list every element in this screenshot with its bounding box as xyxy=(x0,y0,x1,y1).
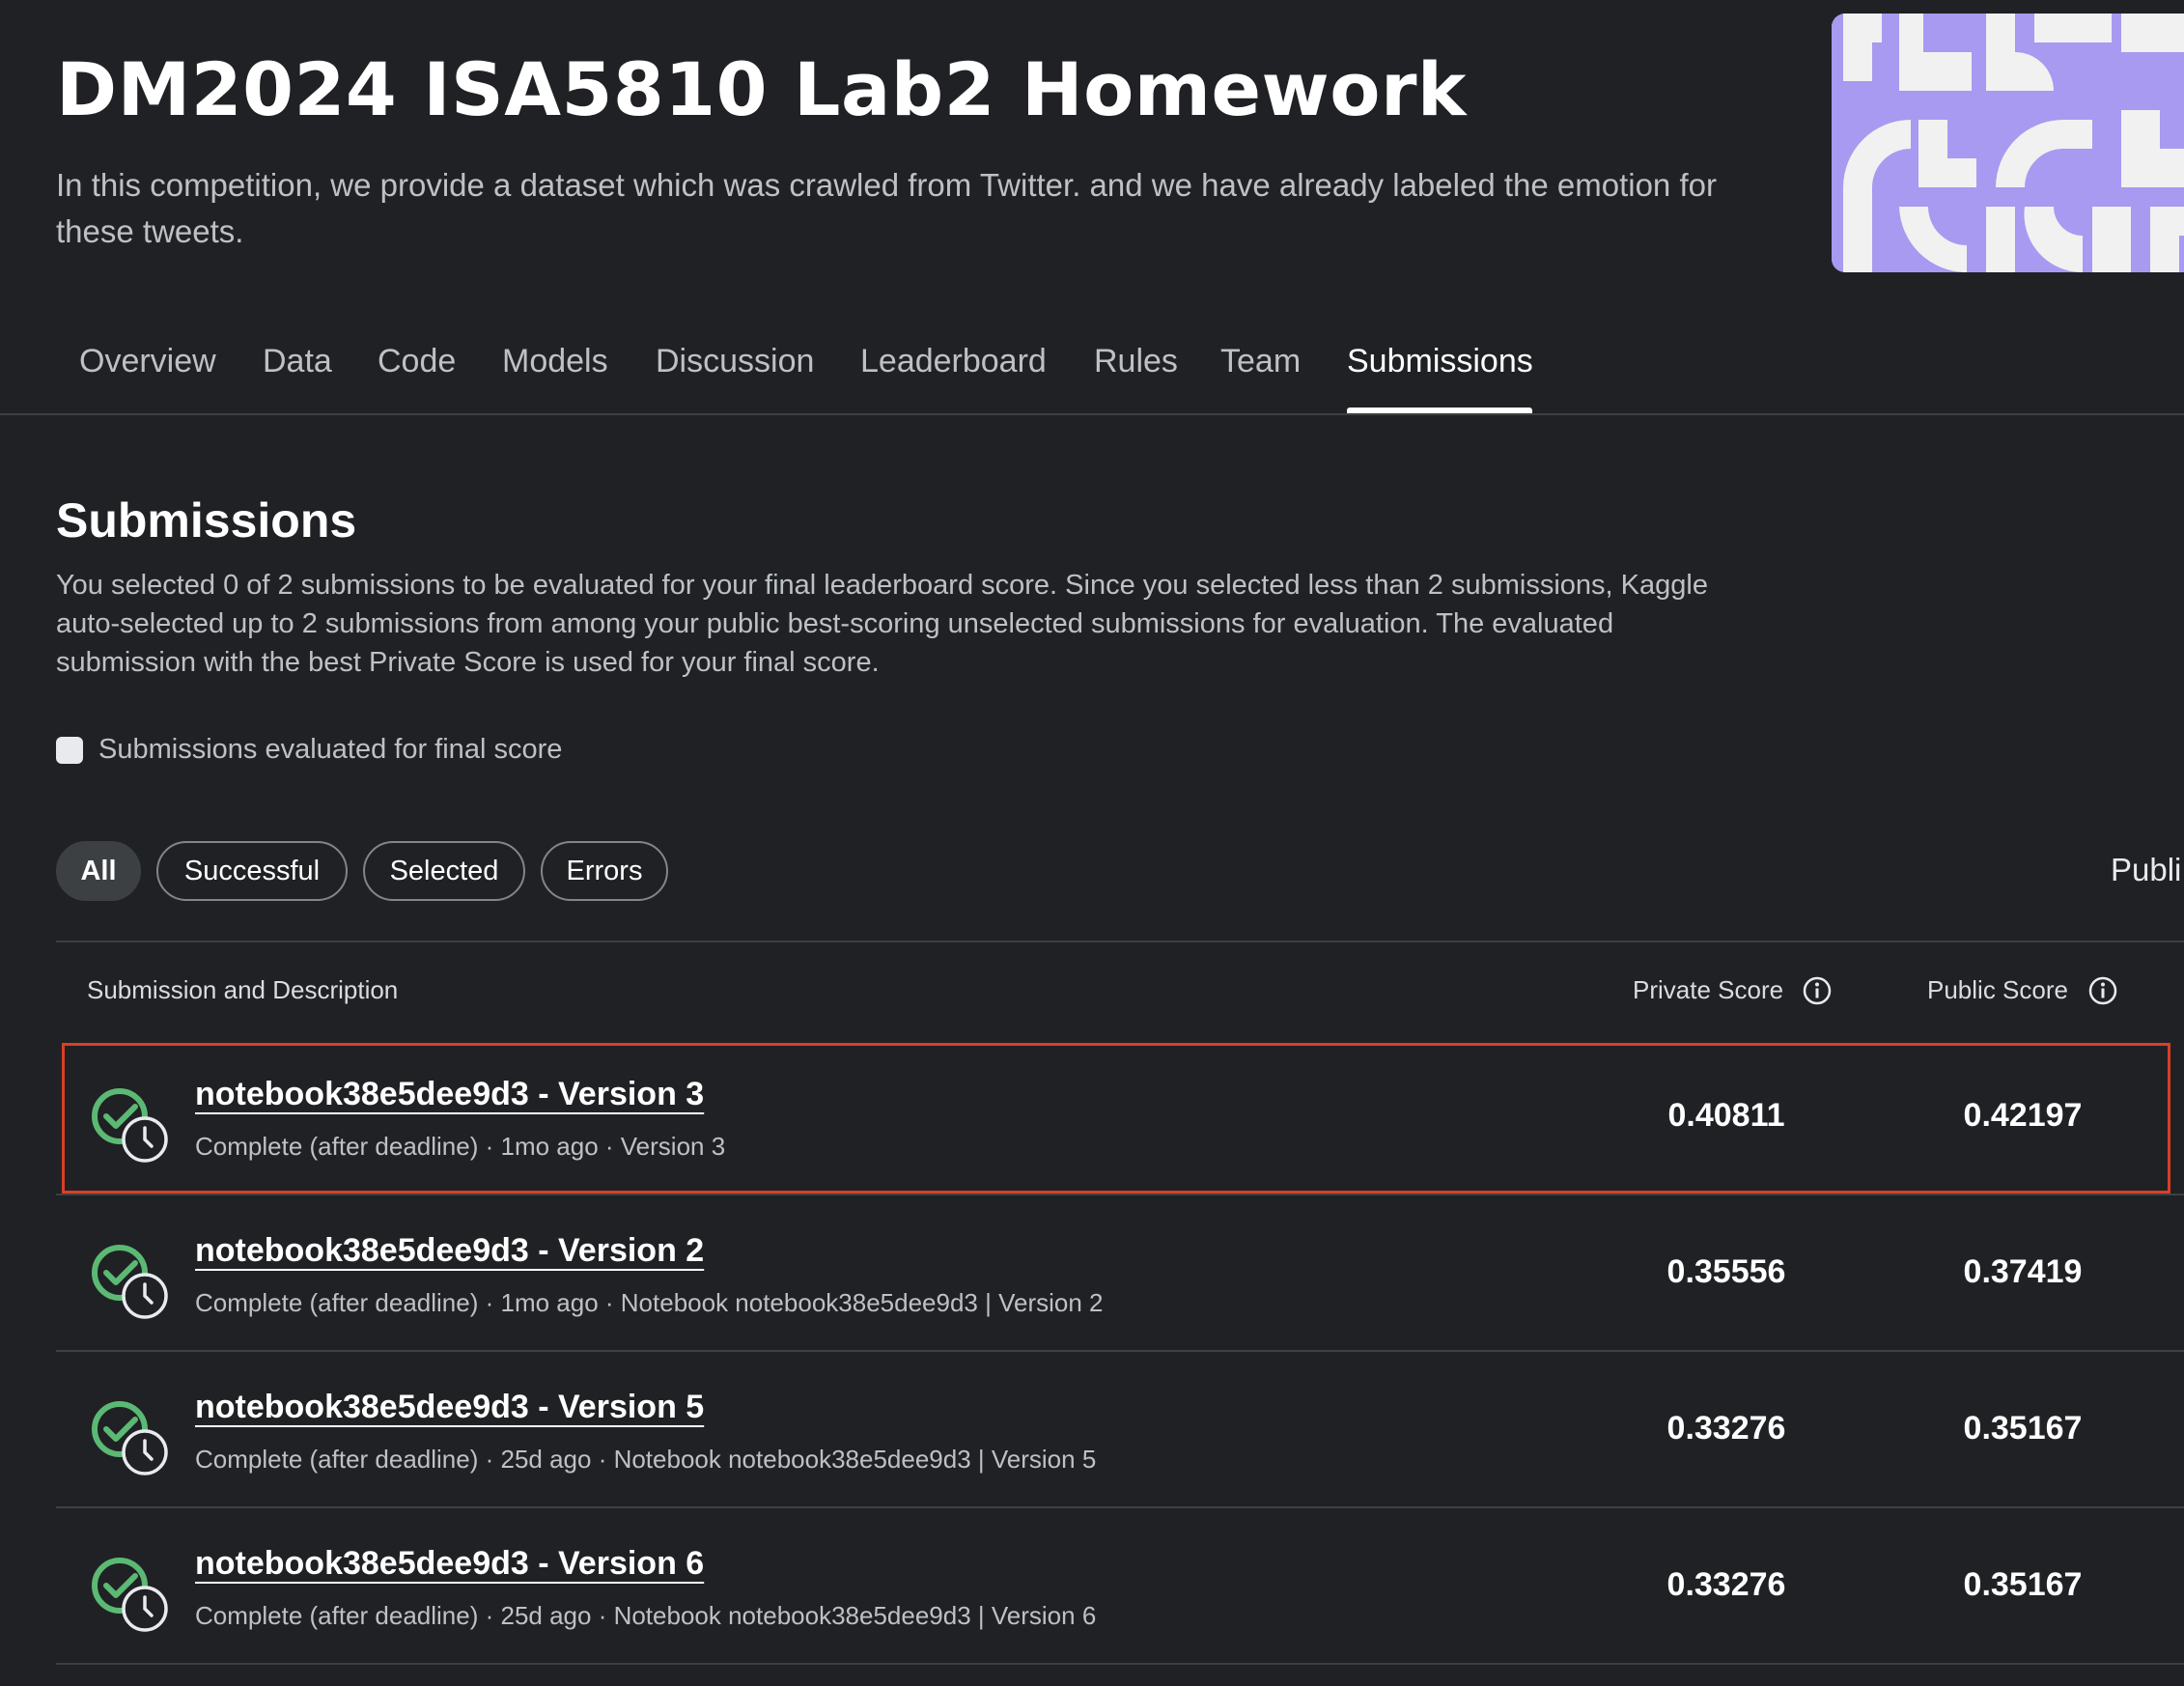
competition-title: DM2024 ISA5810 Lab2 Homework xyxy=(56,46,1467,132)
final-score-legend: Submissions evaluated for final score xyxy=(56,734,562,766)
table-row[interactable]: notebook38e5dee9d3 - Version 6 Complete … xyxy=(56,1510,2184,1665)
page-title: Submissions xyxy=(56,493,357,548)
competition-banner xyxy=(1832,14,2184,272)
private-score: 0.33276 xyxy=(1666,1410,1786,1447)
tabs-divider xyxy=(0,413,2184,415)
row-divider xyxy=(56,1194,2184,1195)
column-header-public-score[interactable]: Public Score xyxy=(1927,975,2068,1005)
tab-team[interactable]: Team xyxy=(1220,343,1301,380)
table-row[interactable]: notebook38e5dee9d3 - Version 5 Complete … xyxy=(56,1354,2184,1508)
competition-description: In this competition, we provide a datase… xyxy=(56,167,1717,249)
tab-data[interactable]: Data xyxy=(263,343,332,380)
legend-swatch xyxy=(56,736,83,764)
row-divider xyxy=(56,1350,2184,1352)
submission-title-link[interactable]: notebook38e5dee9d3 - Version 6 xyxy=(195,1545,704,1583)
submission-meta: Complete (after deadline) · 25d ago · No… xyxy=(195,1601,1097,1630)
check-circle-icon xyxy=(92,1558,168,1632)
tab-discussion[interactable]: Discussion xyxy=(656,343,814,380)
tab-rules[interactable]: Rules xyxy=(1094,343,1178,380)
row-divider xyxy=(56,1663,2184,1665)
public-score: 0.37419 xyxy=(1963,1253,2083,1290)
row-divider xyxy=(56,1506,2184,1508)
submission-meta: Complete (after deadline) · 1mo ago · No… xyxy=(195,1288,1104,1317)
filter-selected[interactable]: Selected xyxy=(363,841,525,901)
competition-banner-pattern xyxy=(1832,14,2184,272)
table-top-divider xyxy=(56,941,2184,942)
check-circle-icon xyxy=(92,1245,168,1319)
check-circle-icon xyxy=(92,1401,168,1475)
column-header-private-score[interactable]: Private Score xyxy=(1633,975,1783,1005)
submission-title-link[interactable]: notebook38e5dee9d3 - Version 5 xyxy=(195,1389,704,1426)
private-score-info-icon[interactable] xyxy=(1802,975,1833,1006)
filter-all[interactable]: All xyxy=(56,841,141,901)
filter-errors[interactable]: Errors xyxy=(541,841,668,901)
selected-row-highlight xyxy=(62,1043,2170,1194)
table-row[interactable]: notebook38e5dee9d3 - Version 2 Complete … xyxy=(56,1197,2184,1352)
legend-label: Submissions evaluated for final score xyxy=(98,734,563,765)
tab-overview[interactable]: Overview xyxy=(79,343,216,380)
submission-meta: Complete (after deadline) · 25d ago · No… xyxy=(195,1445,1097,1474)
submission-title-link[interactable]: notebook38e5dee9d3 - Version 2 xyxy=(195,1232,704,1270)
tab-models[interactable]: Models xyxy=(502,343,608,380)
private-score: 0.33276 xyxy=(1666,1566,1786,1603)
filter-successful[interactable]: Successful xyxy=(156,841,348,901)
tab-code[interactable]: Code xyxy=(378,343,456,380)
tab-leaderboard[interactable]: Leaderboard xyxy=(860,343,1047,380)
tab-submissions[interactable]: Submissions xyxy=(1347,343,1533,380)
public-score: 0.35167 xyxy=(1963,1566,2083,1603)
public-score-info-icon[interactable] xyxy=(2087,975,2118,1006)
submissions-description: You selected 0 of 2 submissions to be ev… xyxy=(56,570,1708,678)
column-header-submission: Submission and Description xyxy=(87,975,399,1004)
public-score: 0.35167 xyxy=(1963,1410,2083,1447)
sort-dropdown[interactable]: Publi xyxy=(2111,852,2181,888)
private-score: 0.35556 xyxy=(1666,1253,1786,1290)
